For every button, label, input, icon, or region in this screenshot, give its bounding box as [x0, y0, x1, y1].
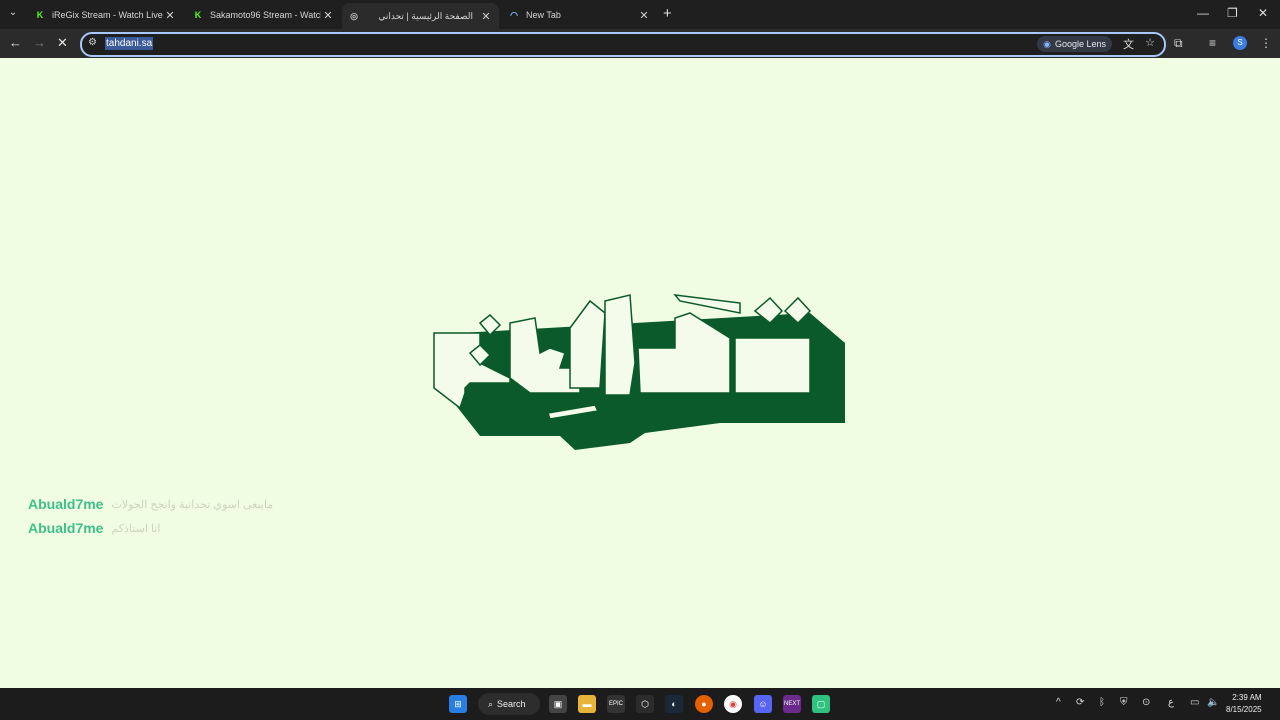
tab-sakamoto96[interactable]: K Sakamoto96 Stream - Watch Live ✕ — [186, 3, 341, 27]
lens-label: Google Lens — [1054, 39, 1106, 49]
chat-message: Abuald7me مايبغى اسوي تحدانية وانجح الجو… — [28, 496, 273, 512]
close-tab-icon[interactable]: ✕ — [163, 9, 177, 22]
kick-k-icon: K — [36, 10, 44, 20]
url-text[interactable]: tahdani.sa — [105, 37, 154, 50]
bookmark-star-icon[interactable]: ☆ — [1145, 36, 1155, 49]
tab-title: iReGix Stream - Watch Live on K — [52, 10, 163, 20]
page-content: Abuald7me مايبغى اسوي تحدانية وانجح الجو… — [0, 58, 1280, 688]
tab-title: New Tab — [526, 10, 561, 20]
microphone-icon[interactable]: ⊙ — [1142, 697, 1150, 708]
app-hexagon-icon[interactable]: ⬡ — [636, 695, 654, 713]
google-lens-button[interactable]: ◉ Google Lens — [1037, 36, 1112, 52]
minimize-icon[interactable]: — — [1197, 6, 1209, 20]
media-control-icon[interactable]: ≡ — [1209, 36, 1216, 50]
green-app-icon[interactable]: ▢ — [812, 695, 830, 713]
close-tab-icon[interactable]: ✕ — [479, 10, 493, 23]
tab-new-tab[interactable]: ◠ New Tab ✕ — [502, 3, 657, 27]
next-app-icon[interactable]: NEXT — [783, 695, 801, 713]
translate-icon[interactable]: 文 — [1123, 36, 1134, 52]
chat-username: Abuald7me — [28, 520, 104, 536]
profile-avatar[interactable]: S — [1233, 36, 1247, 50]
lens-icon: ◉ — [1043, 38, 1051, 49]
tab-title: الصفحة الرئيسية | تحداني — [378, 10, 473, 21]
back-arrow-icon[interactable]: ← — [9, 35, 22, 50]
tahdani-icon: ◎ — [350, 10, 358, 21]
language-indicator[interactable]: ع — [1168, 697, 1174, 708]
address-bar[interactable]: ⚙ tahdani.sa ◉ Google Lens 文 ☆ — [80, 32, 1166, 57]
epic-games-icon[interactable]: EPIC — [607, 695, 625, 713]
stop-loading-icon[interactable]: ✕ — [57, 35, 68, 51]
tray-overflow-chevron-icon[interactable]: ^ — [1056, 697, 1061, 708]
tab-strip: ⌄ K iReGix Stream - Watch Live on K ✕ K … — [0, 0, 1280, 29]
tab-tahdani[interactable]: ◎ الصفحة الرئيسية | تحداني ✕ — [342, 3, 499, 29]
kick-k-icon: K — [194, 10, 202, 20]
security-shield-icon[interactable]: ⛨ — [1120, 697, 1128, 708]
site-info-icon[interactable]: ⚙ — [88, 37, 97, 48]
browser-toolbar: ← → ✕ ⚙ tahdani.sa ◉ Google Lens 文 ☆ ⧉ ≡… — [0, 29, 1280, 58]
taskbar-clock[interactable]: 2:39 AM 8/15/2025 — [1226, 692, 1262, 716]
windows-start-icon[interactable]: ⊞ — [449, 695, 467, 713]
chat-username: Abuald7me — [28, 496, 104, 512]
bluetooth-icon[interactable]: ᛒ — [1099, 697, 1105, 708]
chat-message: Abuald7me انا استاذكم — [28, 520, 160, 536]
menu-kebab-icon[interactable]: ⋮ — [1260, 36, 1272, 50]
windows-taskbar: ⊞ ⌕ Search ▣ ▬ EPIC ⬡ ◐ ● ◉ ☺ NEXT ▢ ^ ⟳… — [0, 688, 1280, 720]
firefox-icon[interactable]: ● — [695, 695, 713, 713]
close-tab-icon[interactable]: ✕ — [321, 9, 335, 22]
chrome-icon[interactable]: ◉ — [724, 695, 742, 713]
chat-text: انا استاذكم — [111, 522, 161, 535]
task-view-icon[interactable]: ▣ — [549, 695, 567, 713]
tab-title: Sakamoto96 Stream - Watch Live — [210, 10, 321, 20]
close-window-icon[interactable]: ✕ — [1258, 6, 1268, 20]
search-icon: ⌕ — [488, 698, 494, 709]
search-label: Search — [497, 699, 526, 709]
tab-iregix[interactable]: K iReGix Stream - Watch Live on K ✕ — [28, 3, 183, 27]
clock-date: 8/15/2025 — [1226, 705, 1262, 714]
tab-search-chevron-icon[interactable]: ⌄ — [6, 7, 20, 21]
extensions-puzzle-icon[interactable]: ⧉ — [1174, 36, 1183, 51]
discord-icon[interactable]: ☺ — [754, 695, 772, 713]
taskbar-search[interactable]: ⌕ Search — [478, 693, 540, 715]
chat-text: مايبغى اسوي تحدانية وانجح الجولات — [111, 498, 274, 511]
new-tab-plus-icon[interactable]: + — [663, 5, 672, 22]
file-explorer-icon[interactable]: ▬ — [578, 695, 596, 713]
network-monitor-icon[interactable]: ▭ — [1190, 697, 1199, 708]
clock-time: 2:39 AM — [1232, 693, 1262, 702]
loading-spinner-icon: ◠ — [510, 9, 518, 20]
restore-icon[interactable]: ❐ — [1227, 6, 1238, 20]
volume-icon[interactable]: 🔈 — [1207, 697, 1219, 708]
tahdani-logo — [433, 294, 845, 450]
sync-icon[interactable]: ⟳ — [1076, 697, 1084, 708]
steam-icon[interactable]: ◐ — [665, 695, 683, 713]
forward-arrow-icon[interactable]: → — [33, 35, 46, 50]
close-tab-icon[interactable]: ✕ — [637, 9, 651, 22]
